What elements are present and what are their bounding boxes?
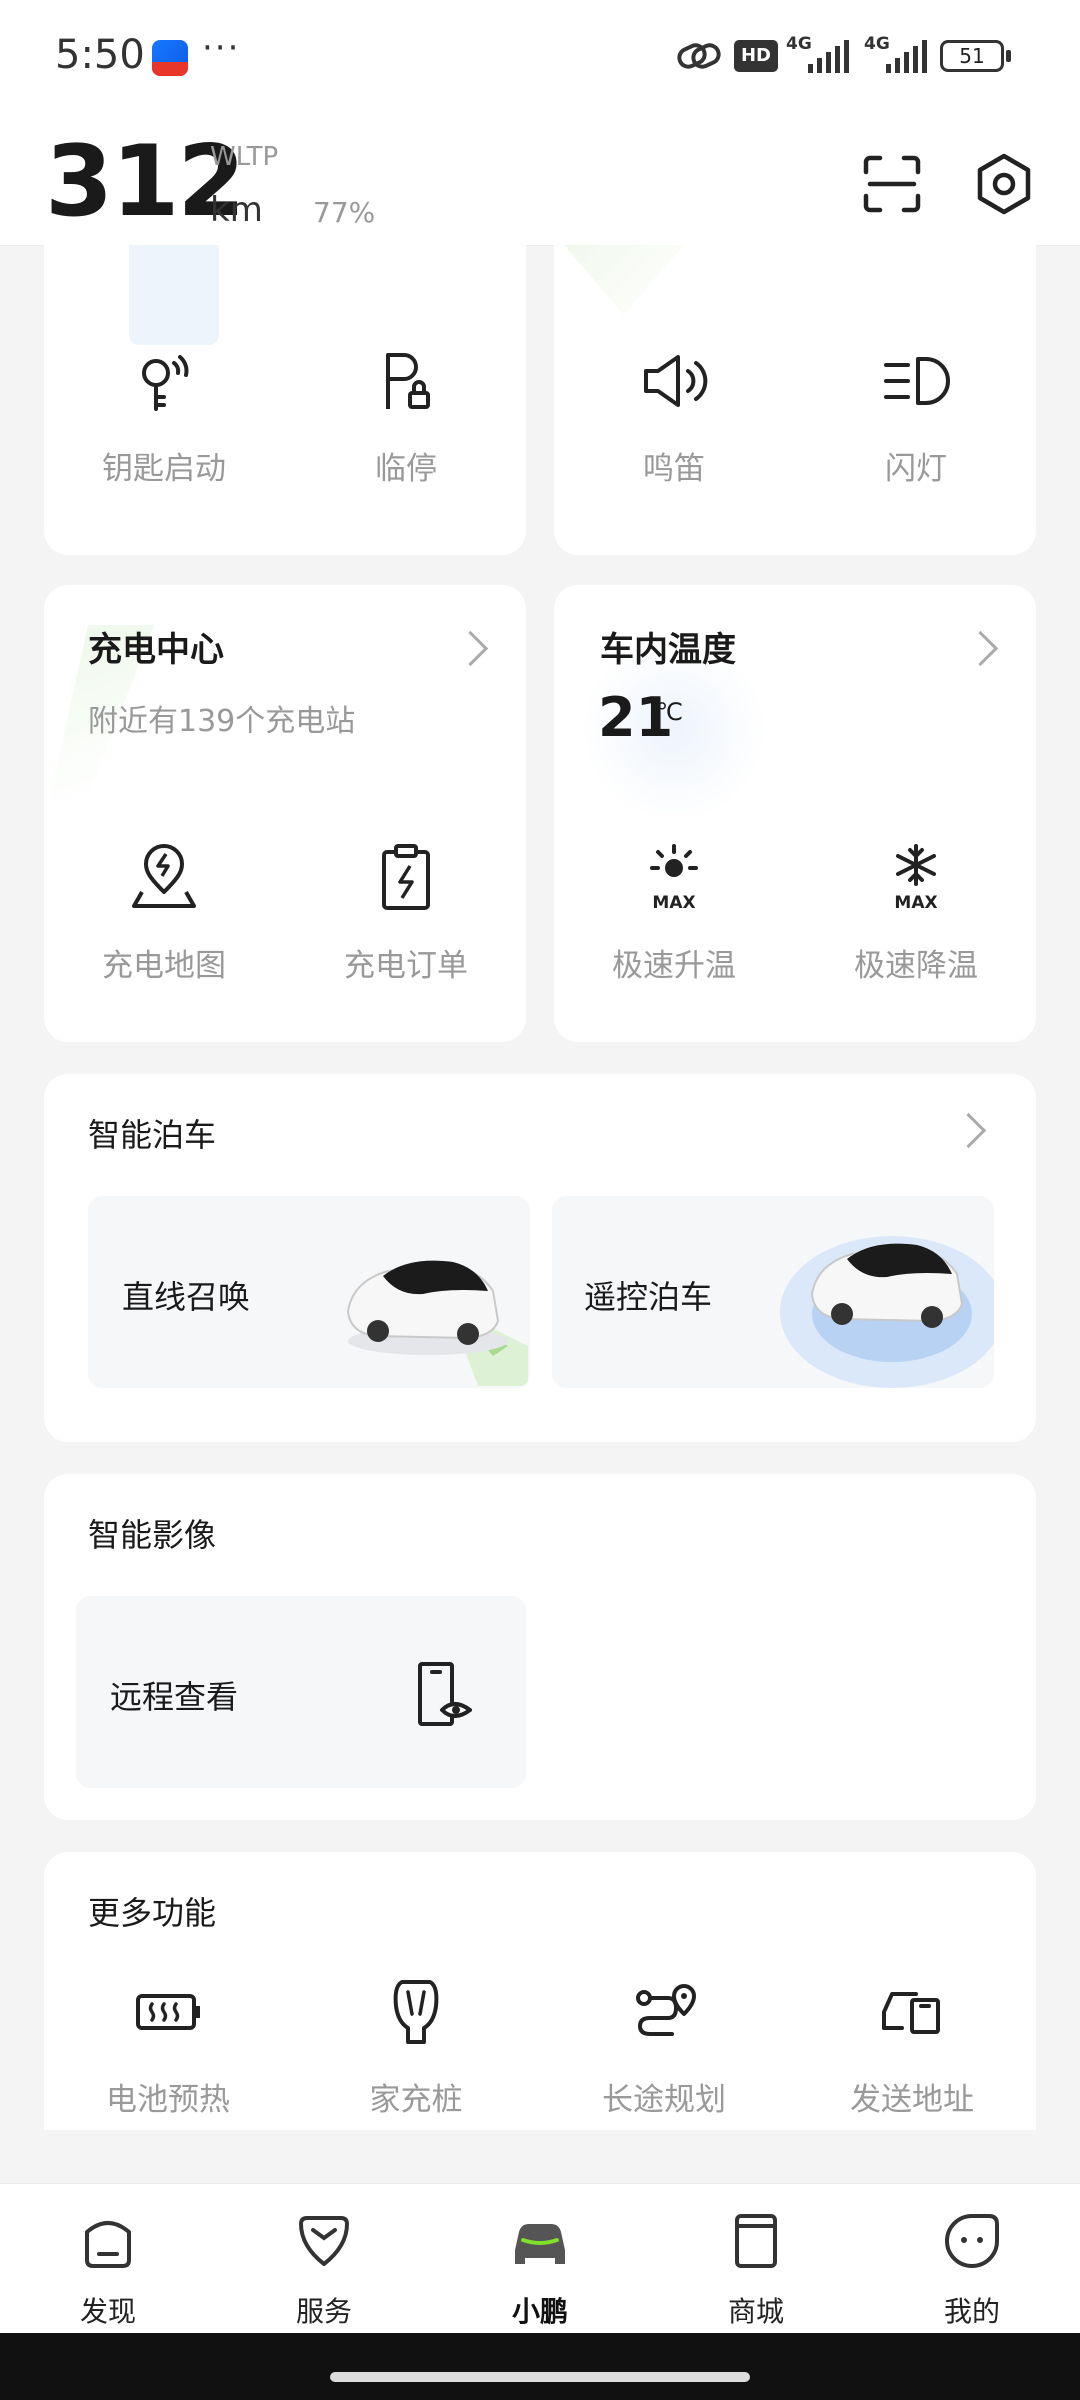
nav-service-label: 服务: [295, 2295, 352, 2328]
send-address-label: 发送地址: [850, 2082, 974, 2118]
route-plan-icon: [636, 1984, 696, 2036]
home-charger-label: 家充桩: [369, 2082, 463, 2118]
link-icon: [677, 43, 721, 69]
remote-view-label: 远程查看: [110, 1678, 239, 1716]
send-address-button[interactable]: 发送地址: [812, 1976, 1012, 2119]
nav-discover[interactable]: 发现: [28, 2210, 188, 2330]
scan-icon[interactable]: [860, 152, 924, 216]
nav-xpeng[interactable]: 小鹏: [460, 2210, 620, 2330]
service-icon: [299, 2216, 349, 2266]
key-start-label: 钥匙启动: [102, 451, 226, 487]
nav-profile[interactable]: 我的: [892, 2210, 1052, 2330]
range-unit: km: [210, 190, 263, 230]
charging-center-subtitle: 附近有139个充电站: [88, 704, 356, 739]
nav-shop-label: 商城: [727, 2295, 784, 2328]
temporary-parking-label: 临停: [375, 451, 437, 487]
nav-profile-label: 我的: [943, 2295, 1000, 2328]
charging-order-icon: [382, 844, 430, 910]
key-start-icon: [142, 355, 189, 411]
charging-order-label: 充电订单: [344, 948, 468, 984]
more-notifications-icon: ···: [202, 28, 241, 68]
card-watermark: [564, 245, 684, 315]
max-heat-icon: MAX: [650, 844, 698, 913]
more-functions-title: 更多功能: [88, 1894, 217, 1932]
card-watermark: [129, 245, 219, 345]
battery-preheat-icon: [136, 1994, 200, 2030]
max-heat-label: 极速升温: [612, 948, 736, 984]
car-remote-parking-image: [780, 1236, 994, 1388]
car-summon-image: [346, 1260, 528, 1386]
system-nav-area: [0, 2333, 1080, 2400]
horn-icon: [644, 355, 708, 407]
charging-map-label: 充电地图: [102, 948, 226, 984]
profile-icon: [945, 2214, 999, 2268]
nav-discover-label: 发现: [79, 2295, 136, 2328]
car-icon: [515, 2224, 565, 2264]
remote-parking-tile[interactable]: 遥控泊车: [552, 1196, 994, 1388]
flash-lights-label: 闪灯: [885, 451, 947, 487]
smart-parking-title: 智能泊车: [88, 1116, 217, 1154]
shop-icon: [735, 2214, 777, 2268]
horn-button[interactable]: 鸣笛: [574, 345, 774, 488]
nav-service[interactable]: 服务: [244, 2210, 404, 2330]
max-cool-badge: MAX: [894, 893, 937, 913]
discover-icon: [85, 2221, 131, 2268]
straight-summon-label: 直线召唤: [122, 1278, 251, 1316]
nav-shop[interactable]: 商城: [676, 2210, 836, 2330]
charging-map-icon: [132, 844, 196, 908]
home-indicator[interactable]: [330, 2372, 750, 2382]
smart-video-title: 智能影像: [88, 1516, 217, 1554]
flash-lights-button[interactable]: 闪灯: [816, 345, 1016, 488]
temporary-parking-button[interactable]: 临停: [306, 345, 506, 488]
battery-preheat-button[interactable]: 电池预热: [68, 1976, 268, 2119]
settings-icon[interactable]: [970, 150, 1038, 218]
max-cool-button[interactable]: MAX 极速降温: [816, 842, 1016, 985]
flash-lights-icon: [884, 357, 950, 405]
battery-percent: 77%: [313, 196, 376, 229]
battery-preheat-label: 电池预热: [106, 2082, 230, 2118]
send-address-icon: [882, 1992, 940, 2034]
home-charger-button[interactable]: 家充桩: [316, 1976, 516, 2119]
remote-parking-label: 遥控泊车: [584, 1278, 713, 1316]
max-cool-icon: MAX: [894, 844, 938, 913]
route-plan-button[interactable]: 长途规划: [564, 1976, 764, 2119]
charging-order-button[interactable]: 充电订单: [306, 842, 506, 985]
battery-icon: 51: [940, 40, 1004, 72]
horn-label: 鸣笛: [643, 451, 705, 487]
range-standard: WLTP: [210, 142, 279, 172]
key-start-button[interactable]: 钥匙启动: [64, 345, 264, 488]
cabin-temperature-unit: ℃: [656, 698, 683, 726]
charging-map-button[interactable]: 充电地图: [64, 842, 264, 985]
signal-icon-2: [886, 40, 927, 73]
remote-view-tile[interactable]: 远程查看: [76, 1596, 526, 1788]
max-cool-label: 极速降温: [854, 948, 978, 984]
max-heat-badge: MAX: [652, 893, 695, 913]
climate-title: 车内温度: [600, 630, 736, 670]
remote-view-icon: [418, 1662, 472, 1726]
status-time: 5:50: [55, 32, 145, 78]
home-charger-icon: [393, 1980, 439, 2044]
route-plan-label: 长途规划: [602, 2082, 726, 2118]
nav-xpeng-label: 小鹏: [511, 2295, 568, 2328]
straight-summon-tile[interactable]: 直线召唤: [88, 1196, 530, 1388]
temporary-parking-icon: [386, 353, 430, 409]
alipay-notification-icon-band: [152, 62, 188, 76]
signal-icon-1: [808, 40, 849, 73]
battery-cap: [1006, 50, 1011, 62]
hd-voice-icon: HD: [734, 40, 778, 72]
max-heat-button[interactable]: MAX 极速升温: [574, 842, 774, 985]
charging-center-title: 充电中心: [88, 630, 224, 670]
